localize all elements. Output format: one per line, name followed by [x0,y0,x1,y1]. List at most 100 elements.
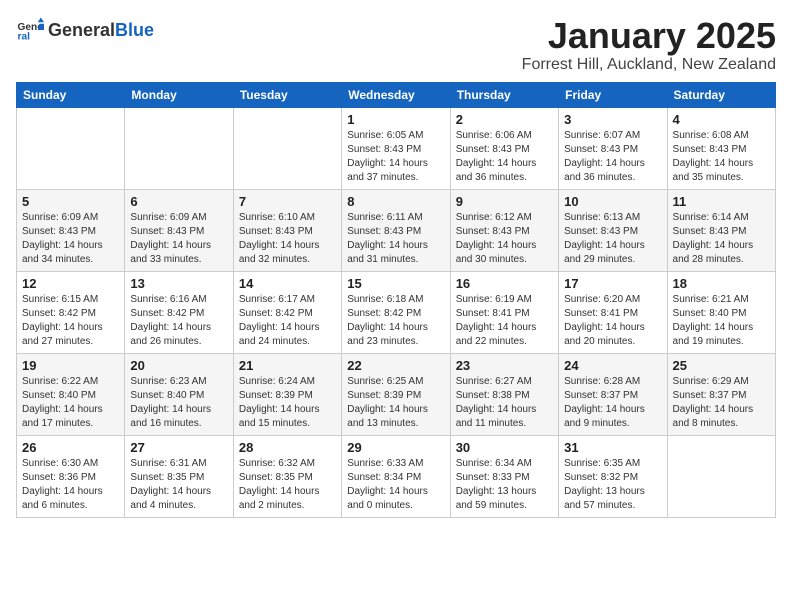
calendar-cell: 5 Sunrise: 6:09 AM Sunset: 8:43 PM Daylig… [17,189,125,271]
day-info: Sunrise: 6:15 AM Sunset: 8:42 PM Dayligh… [22,293,119,349]
day-number: 28 [239,440,336,455]
weekday-wednesday: Wednesday [342,82,450,107]
month-title: January 2025 [522,16,776,56]
logo-text: GeneralBlue [48,20,154,41]
day-number: 18 [673,276,770,291]
day-info: Sunrise: 6:13 AM Sunset: 8:43 PM Dayligh… [564,211,661,267]
calendar-cell: 8 Sunrise: 6:11 AM Sunset: 8:43 PM Daylig… [342,189,450,271]
calendar-cell [17,107,125,189]
weekday-header-row: SundayMondayTuesdayWednesdayThursdayFrid… [17,82,776,107]
week-row-1: 1 Sunrise: 6:05 AM Sunset: 8:43 PM Daylig… [17,107,776,189]
day-info: Sunrise: 6:24 AM Sunset: 8:39 PM Dayligh… [239,375,336,431]
day-info: Sunrise: 6:21 AM Sunset: 8:40 PM Dayligh… [673,293,770,349]
day-number: 30 [456,440,553,455]
day-info: Sunrise: 6:09 AM Sunset: 8:43 PM Dayligh… [22,211,119,267]
day-info: Sunrise: 6:07 AM Sunset: 8:43 PM Dayligh… [564,129,661,185]
week-row-5: 26 Sunrise: 6:30 AM Sunset: 8:36 PM Dayli… [17,435,776,517]
weekday-tuesday: Tuesday [233,82,341,107]
calendar-cell: 25 Sunrise: 6:29 AM Sunset: 8:37 PM Dayli… [667,353,775,435]
day-info: Sunrise: 6:14 AM Sunset: 8:43 PM Dayligh… [673,211,770,267]
day-number: 22 [347,358,444,373]
calendar-cell: 23 Sunrise: 6:27 AM Sunset: 8:38 PM Dayli… [450,353,558,435]
calendar-cell: 10Sunrise: 6:13 AM Sunset: 8:43 PM Dayli… [559,189,667,271]
day-number: 4 [673,112,770,127]
day-info: Sunrise: 6:29 AM Sunset: 8:37 PM Dayligh… [673,375,770,431]
day-number: 21 [239,358,336,373]
day-info: Sunrise: 6:23 AM Sunset: 8:40 PM Dayligh… [130,375,227,431]
day-number: 19 [22,358,119,373]
day-info: Sunrise: 6:10 AM Sunset: 8:43 PM Dayligh… [239,211,336,267]
day-info: Sunrise: 6:31 AM Sunset: 8:35 PM Dayligh… [130,457,227,513]
day-number: 8 [347,194,444,209]
calendar-cell: 28Sunrise: 6:32 AM Sunset: 8:35 PM Dayli… [233,435,341,517]
day-number: 14 [239,276,336,291]
day-info: Sunrise: 6:19 AM Sunset: 8:41 PM Dayligh… [456,293,553,349]
calendar-cell: 14 Sunrise: 6:17 AM Sunset: 8:42 PM Dayli… [233,271,341,353]
calendar-cell: 7 Sunrise: 6:10 AM Sunset: 8:43 PM Daylig… [233,189,341,271]
day-number: 26 [22,440,119,455]
day-info: Sunrise: 6:30 AM Sunset: 8:36 PM Dayligh… [22,457,119,513]
weekday-saturday: Saturday [667,82,775,107]
calendar-cell: 18 Sunrise: 6:21 AM Sunset: 8:40 PM Dayli… [667,271,775,353]
calendar-cell: 19 Sunrise: 6:22 AM Sunset: 8:40 PM Dayli… [17,353,125,435]
day-number: 7 [239,194,336,209]
day-info: Sunrise: 6:11 AM Sunset: 8:43 PM Dayligh… [347,211,444,267]
calendar-cell [667,435,775,517]
week-row-4: 19 Sunrise: 6:22 AM Sunset: 8:40 PM Dayli… [17,353,776,435]
calendar-cell: 11Sunrise: 6:14 AM Sunset: 8:43 PM Dayli… [667,189,775,271]
title-area: January 2025 Forrest Hill, Auckland, New… [522,16,776,74]
day-number: 31 [564,440,661,455]
calendar-cell: 29Sunrise: 6:33 AM Sunset: 8:34 PM Dayli… [342,435,450,517]
day-number: 6 [130,194,227,209]
day-number: 3 [564,112,661,127]
day-info: Sunrise: 6:27 AM Sunset: 8:38 PM Dayligh… [456,375,553,431]
logo-icon: Gene ral [16,16,44,44]
day-number: 17 [564,276,661,291]
calendar-cell [233,107,341,189]
calendar-cell: 31 Sunrise: 6:35 AM Sunset: 8:32 PM Dayli… [559,435,667,517]
day-info: Sunrise: 6:17 AM Sunset: 8:42 PM Dayligh… [239,293,336,349]
day-info: Sunrise: 6:05 AM Sunset: 8:43 PM Dayligh… [347,129,444,185]
calendar-body: 1 Sunrise: 6:05 AM Sunset: 8:43 PM Daylig… [17,107,776,517]
day-info: Sunrise: 6:22 AM Sunset: 8:40 PM Dayligh… [22,375,119,431]
calendar-cell: 24Sunrise: 6:28 AM Sunset: 8:37 PM Dayli… [559,353,667,435]
calendar-cell: 1 Sunrise: 6:05 AM Sunset: 8:43 PM Daylig… [342,107,450,189]
day-info: Sunrise: 6:12 AM Sunset: 8:43 PM Dayligh… [456,211,553,267]
calendar-cell: 30 Sunrise: 6:34 AM Sunset: 8:33 PM Dayli… [450,435,558,517]
calendar-cell: 13Sunrise: 6:16 AM Sunset: 8:42 PM Dayli… [125,271,233,353]
day-info: Sunrise: 6:35 AM Sunset: 8:32 PM Dayligh… [564,457,661,513]
day-number: 5 [22,194,119,209]
weekday-friday: Friday [559,82,667,107]
day-number: 1 [347,112,444,127]
calendar-cell: 27Sunrise: 6:31 AM Sunset: 8:35 PM Dayli… [125,435,233,517]
page-header: Gene ral GeneralBlue January 2025 Forres… [16,16,776,74]
weekday-thursday: Thursday [450,82,558,107]
day-info: Sunrise: 6:09 AM Sunset: 8:43 PM Dayligh… [130,211,227,267]
svg-text:ral: ral [18,31,31,42]
calendar-cell: 17 Sunrise: 6:20 AM Sunset: 8:41 PM Dayli… [559,271,667,353]
day-number: 16 [456,276,553,291]
week-row-2: 5 Sunrise: 6:09 AM Sunset: 8:43 PM Daylig… [17,189,776,271]
calendar-cell: 16 Sunrise: 6:19 AM Sunset: 8:41 PM Dayli… [450,271,558,353]
day-number: 20 [130,358,227,373]
calendar-table: SundayMondayTuesdayWednesdayThursdayFrid… [16,82,776,518]
day-info: Sunrise: 6:34 AM Sunset: 8:33 PM Dayligh… [456,457,553,513]
day-number: 23 [456,358,553,373]
day-info: Sunrise: 6:28 AM Sunset: 8:37 PM Dayligh… [564,375,661,431]
calendar-cell: 26 Sunrise: 6:30 AM Sunset: 8:36 PM Dayli… [17,435,125,517]
calendar-cell: 22Sunrise: 6:25 AM Sunset: 8:39 PM Dayli… [342,353,450,435]
logo: Gene ral GeneralBlue [16,16,154,44]
day-info: Sunrise: 6:20 AM Sunset: 8:41 PM Dayligh… [564,293,661,349]
day-info: Sunrise: 6:16 AM Sunset: 8:42 PM Dayligh… [130,293,227,349]
day-number: 12 [22,276,119,291]
calendar-cell: 3 Sunrise: 6:07 AM Sunset: 8:43 PM Daylig… [559,107,667,189]
calendar-cell: 9 Sunrise: 6:12 AM Sunset: 8:43 PM Daylig… [450,189,558,271]
calendar-cell [125,107,233,189]
weekday-sunday: Sunday [17,82,125,107]
calendar-cell: 21 Sunrise: 6:24 AM Sunset: 8:39 PM Dayli… [233,353,341,435]
calendar-cell: 4 Sunrise: 6:08 AM Sunset: 8:43 PM Daylig… [667,107,775,189]
day-number: 9 [456,194,553,209]
week-row-3: 12 Sunrise: 6:15 AM Sunset: 8:42 PM Dayli… [17,271,776,353]
day-number: 25 [673,358,770,373]
day-info: Sunrise: 6:08 AM Sunset: 8:43 PM Dayligh… [673,129,770,185]
